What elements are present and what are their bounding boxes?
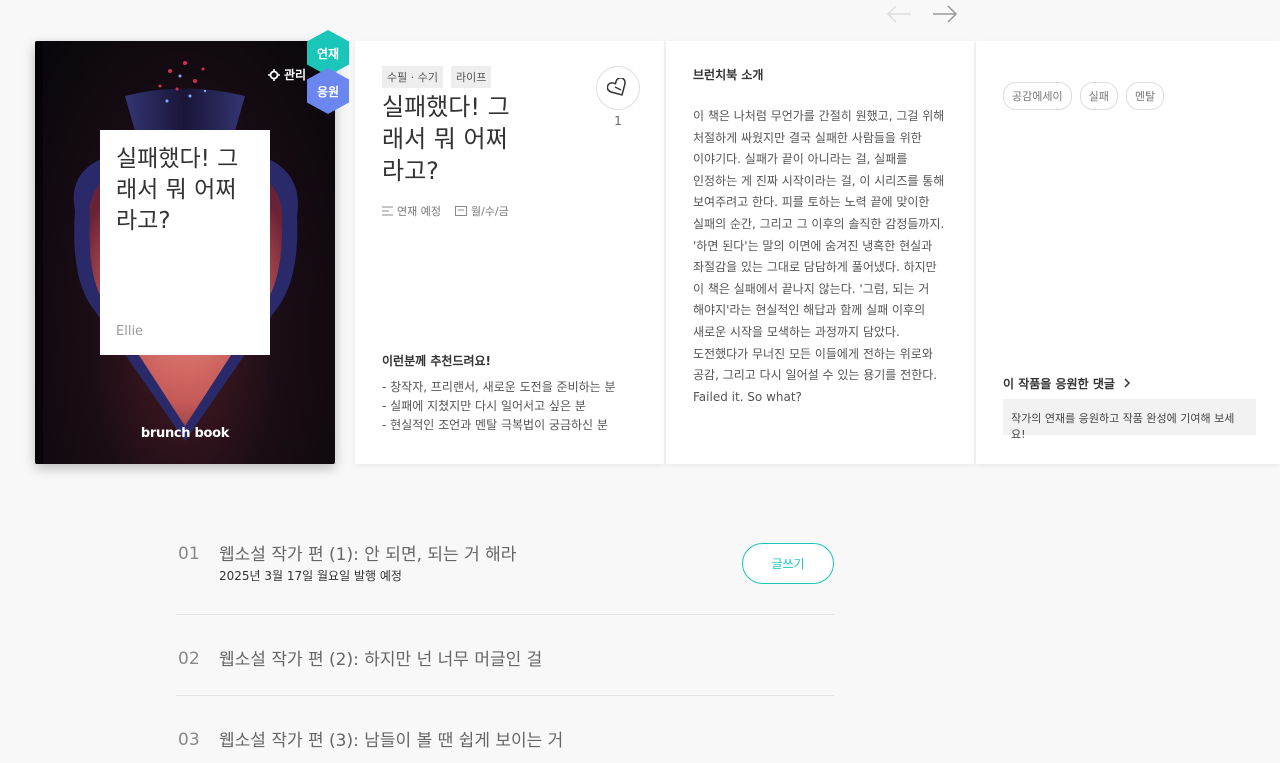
book-cover[interactable]: 관리 실패했다! 그래서 뭐 어쩌라고? Ellie brunch book	[35, 41, 335, 464]
cheer-comments-link[interactable]: 이 작품을 응원한 댓글	[1003, 375, 1131, 392]
cover-title-card: 실패했다! 그래서 뭐 어쩌라고? Ellie	[100, 130, 270, 355]
book-intro-panel: 브런치북 소개 이 책은 나처럼 무언가를 간절히 원했고, 그걸 위해 처절하…	[666, 41, 974, 464]
episode-number: 01	[178, 544, 200, 564]
keyword-chip[interactable]: 실패	[1079, 82, 1118, 110]
keyword-chip[interactable]: 멘탈	[1125, 82, 1165, 110]
write-button[interactable]: 글쓰기	[742, 543, 834, 584]
cover-title: 실패했다! 그래서 뭐 어쩌라고?	[116, 146, 239, 234]
like-button[interactable]	[596, 66, 640, 110]
manage-button[interactable]: 관리	[268, 66, 306, 83]
category-tag[interactable]: 수필 · 수기	[382, 66, 443, 88]
schedule-icon	[382, 206, 393, 216]
episode-title[interactable]: 웹소설 작가 편 (2): 하지만 넌 너무 머글인 걸	[219, 645, 542, 670]
cheer-link-label: 이 작품을 응원한 댓글	[1003, 377, 1115, 391]
calendar-icon	[454, 206, 467, 216]
heart-icon	[607, 78, 626, 96]
schedule-label: 연재 예정	[397, 205, 441, 218]
recommend-item: - 창작자, 프리랜서, 새로운 도전을 준비하는 분	[382, 380, 616, 394]
intro-body: 이 책은 나처럼 무언가를 간절히 원했고, 그걸 위해 처절하게 싸웠지만 결…	[693, 109, 945, 404]
keyword-chip[interactable]: 공감에세이	[1003, 82, 1072, 110]
gear-icon	[268, 68, 280, 81]
publish-days: 월/수/금	[470, 205, 509, 218]
episode-number: 03	[178, 730, 200, 750]
recommend-item: - 실패에 지쳤지만 다시 일어서고 싶은 분	[382, 399, 586, 413]
intro-heading: 브런치북 소개	[693, 68, 764, 82]
recommend-title: 이런분께 추천드려요!	[382, 354, 492, 368]
cheer-cta-box[interactable]: 작가의 연재를 응원하고 작품 완성에 기여해 보세요!	[1003, 399, 1256, 441]
category-tag[interactable]: 라이프	[450, 66, 492, 88]
publish-meta: 연재 예정 월/수/금	[382, 203, 509, 219]
episode-date: 2025년 3월 17일 월요일 발행 예정	[219, 569, 402, 583]
episode-number: 02	[178, 649, 200, 669]
divider	[176, 614, 834, 615]
divider	[176, 695, 834, 696]
cover-author: Ellie	[116, 324, 144, 339]
like-count: 1	[614, 114, 622, 128]
keyword-list: 공감에세이 실패 멘탈	[1003, 82, 1165, 110]
recommend-item: - 현실적인 조언과 멘탈 극복법이 궁금하신 분	[382, 418, 608, 432]
keywords-panel: 공감에세이 실패 멘탈 이 작품을 응원한 댓글 작가의 연재를 응원하고 작품…	[976, 41, 1280, 464]
book-info-panel: 수필 · 수기 라이프 실패했다! 그래서 뭐 어쩌라고? 1 연재 예정 월/…	[355, 41, 664, 464]
recommend-list: - 창작자, 프리랜서, 새로운 도전을 준비하는 분 - 실패에 지쳤지만 다…	[382, 378, 616, 435]
category-tags: 수필 · 수기 라이프	[382, 66, 492, 88]
book-title: 실패했다! 그래서 뭐 어쩌라고?	[382, 93, 510, 185]
prev-arrow-icon[interactable]	[885, 2, 913, 26]
brunch-book-logo: brunch book	[140, 426, 230, 441]
manage-label: 관리	[284, 68, 307, 82]
episode-title[interactable]: 웹소설 작가 편 (3): 남들이 볼 땐 쉽게 보이는 거	[219, 726, 563, 751]
chevron-right-icon	[1124, 378, 1131, 388]
episode-title[interactable]: 웹소설 작가 편 (1): 안 되면, 되는 거 해라	[219, 540, 516, 565]
next-arrow-icon[interactable]	[931, 2, 959, 26]
